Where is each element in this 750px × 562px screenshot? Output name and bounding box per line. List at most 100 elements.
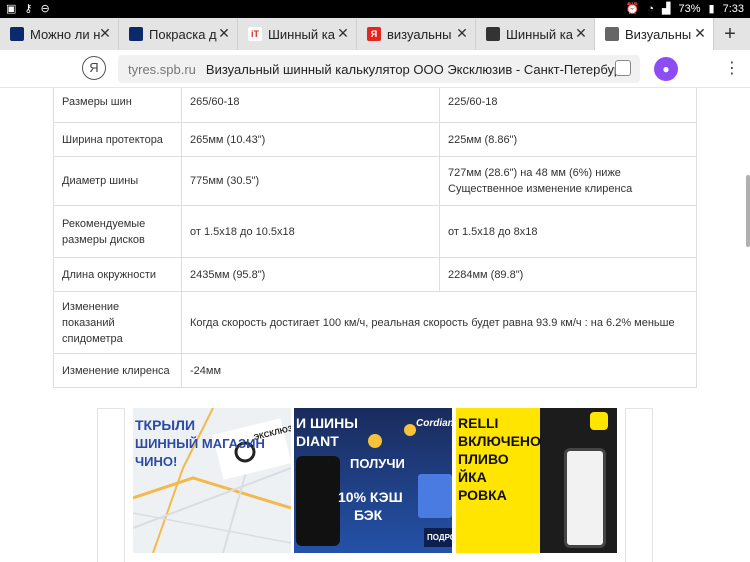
ad-brand-name: Cordiant [416, 418, 452, 429]
carousel-prev-edge[interactable] [97, 408, 125, 562]
url-field[interactable]: tyres.spb.ru Визуальный шинный калькулят… [118, 55, 640, 83]
table-row: Длина окружности 2435мм (95.8") 2284мм (89… [53, 257, 697, 292]
tire-comparison-table: Размеры шин 265/60-18 225/60-18 Ширина прот… [53, 88, 697, 388]
clearance-change-value: -24мм [181, 353, 697, 388]
status-bar: ▣ ⚷ ⊖ ⏰ ◔ ▟ 73% ▮ 7:33 [0, 0, 750, 18]
key-icon: ⚷ [24, 3, 33, 15]
signal-icon: ▟ [662, 3, 671, 15]
tire-b-value: 2284мм (89.8") [439, 257, 697, 292]
tire-a-value: 265/60-18 [181, 88, 440, 123]
close-tab-icon[interactable]: ✕ [336, 25, 350, 42]
table-row: Диаметр шины 775мм (30.5") 727мм (28.6") н… [53, 156, 697, 206]
ad-headline-3: ЧИНО! [135, 454, 178, 469]
tab-label: Покраска д [149, 26, 217, 42]
ad-headline-1: ТКРЫЛИ [135, 417, 196, 433]
clock: 7:33 [722, 3, 744, 15]
ad-promo-1: ПОЛУЧИ [350, 456, 405, 471]
tire-image [296, 456, 340, 546]
tire-a-value: 2435мм (95.8") [181, 257, 440, 292]
table-row: Ширина протектора 265мм (10.43") 225мм (8.… [53, 122, 697, 157]
favicon-icon [10, 27, 24, 41]
carousel-next-edge[interactable] [625, 408, 653, 562]
tab-3[interactable]: iT Шинный ка ✕ [238, 18, 357, 50]
tire-b-value: 225/60-18 [439, 88, 697, 123]
close-tab-icon[interactable]: ✕ [455, 25, 469, 42]
row-label: Ширина протектора [53, 122, 182, 157]
tab-strip: Можно ли на ✕ Покраска д ✕ iT Шинный ка ✕ Явизу… [0, 18, 750, 50]
ad-headline-1: RELLI [458, 415, 499, 431]
table-row: Изменение показаний спидометра Когда ско… [53, 291, 697, 354]
ad-headline-2: ШИННЫЙ МАГАЗИН [135, 436, 265, 451]
table-row: Размеры шин 265/60-18 225/60-18 [53, 88, 697, 123]
favicon-icon [129, 27, 143, 41]
more-menu-icon[interactable]: ⋮ [724, 58, 740, 80]
tire-b-value: от 1.5x18 до 8x18 [439, 205, 697, 258]
ad-banner-store[interactable]: ТКРЫЛИ ШИННЫЙ МАГАЗИН ЧИНО! ЭКСКЛЮЗИВ [133, 408, 291, 553]
table-row: Изменение клиренса -24мм [53, 353, 697, 388]
tab-1[interactable]: Можно ли на ✕ [0, 18, 119, 50]
close-tab-icon[interactable]: ✕ [693, 25, 707, 42]
scrollbar[interactable] [746, 175, 750, 247]
ad-banner-cordiant[interactable]: И ШИНЫ DIANT Cordiant ПОЛУЧИ 10% КЭШ БЭК… [294, 408, 452, 553]
app-logo-icon [590, 412, 608, 430]
microphone-icon[interactable]: ● [654, 57, 678, 81]
row-label: Изменение клиренса [53, 353, 182, 388]
ad-promo-3: БЭК [354, 507, 383, 523]
phone-image [564, 448, 606, 548]
tire-b-value: 727мм (28.6") на 48 мм (6%) ниже Существ… [439, 156, 697, 206]
row-label: Длина окружности [53, 257, 182, 292]
favicon-icon [486, 27, 500, 41]
photo-icon: ▣ [6, 3, 17, 15]
ad-more-button: ПОДРОБ [424, 528, 452, 547]
blocked-icon: ⊖ [40, 3, 50, 15]
favicon-icon [605, 27, 619, 41]
row-label: Размеры шин [53, 88, 182, 123]
tab-2[interactable]: Покраска д ✕ [119, 18, 238, 50]
tab-6[interactable]: Визуальны ✕ [595, 18, 714, 50]
tab-5[interactable]: Шинный ка ✕ [476, 18, 595, 50]
tire-b-value: 225мм (8.86") [439, 122, 697, 157]
speedometer-change-value: Когда скорость достигает 100 км/ч, реаль… [181, 291, 697, 354]
ad-promo-2: 10% КЭШ [338, 489, 403, 505]
battery-icon: ▮ [708, 3, 715, 15]
tab-label: Шинный ка [268, 26, 335, 42]
tire-a-value: от 1.5x18 до 10.5x18 [181, 205, 440, 258]
ad-headline-2: ВКЛЮЧЕНО [458, 433, 541, 449]
tire-a-value: 265мм (10.43") [181, 122, 440, 157]
tab-label: Шинный ка [506, 26, 573, 42]
coin-icon [404, 424, 416, 436]
ad-headline-4: ЙКА [458, 469, 487, 485]
yandex-button[interactable]: Я [82, 56, 106, 80]
close-tab-icon[interactable]: ✕ [217, 25, 231, 42]
ad-banner-pirelli[interactable]: RELLI ВКЛЮЧЕНО ПЛИВО ЙКА РОВКА [456, 408, 617, 553]
ad-headline-5: РОВКА [458, 487, 507, 503]
tab-label: Визуальны [625, 26, 692, 42]
tab-label: визуальны [387, 26, 452, 42]
card-image [418, 474, 452, 518]
alarm-icon: ⏰ [625, 3, 640, 15]
ad-carousel: ТКРЫЛИ ШИННЫЙ МАГАЗИН ЧИНО! ЭКСКЛЮЗИВ И … [97, 408, 653, 562]
table-row: Рекомендуемые размеры дисков от 1.5x18 до… [53, 205, 697, 258]
ad-headline-2: DIANT [296, 433, 339, 449]
close-tab-icon[interactable]: ✕ [574, 25, 588, 42]
row-label: Изменение показаний спидометра [53, 291, 182, 354]
page-title: Визуальный шинный калькулятор ООО Эксклю… [205, 61, 626, 77]
address-bar: Я tyres.spb.ru Визуальный шинный калькул… [0, 50, 750, 88]
row-label: Рекомендуемые размеры дисков [53, 205, 182, 258]
ad-headline-3: ПЛИВО [458, 451, 509, 467]
battery-level: 73% [678, 3, 701, 15]
ad-headline-1: И ШИНЫ [296, 415, 358, 431]
new-tab-button[interactable]: + [714, 18, 746, 50]
favicon-icon: Я [367, 27, 381, 41]
url-host: tyres.spb.ru [128, 61, 196, 77]
lock-icon[interactable] [615, 60, 631, 76]
web-page: Размеры шин 265/60-18 225/60-18 Ширина прот… [0, 88, 750, 562]
close-tab-icon[interactable]: ✕ [98, 25, 112, 42]
wifi-icon: ◔ [647, 3, 655, 15]
tab-label: Можно ли на [30, 26, 100, 42]
coin-icon [368, 434, 382, 448]
tab-4[interactable]: Явизуальны ✕ [357, 18, 476, 50]
favicon-icon: iT [248, 27, 262, 41]
tire-a-value: 775мм (30.5") [181, 156, 440, 206]
row-label: Диаметр шины [53, 156, 182, 206]
